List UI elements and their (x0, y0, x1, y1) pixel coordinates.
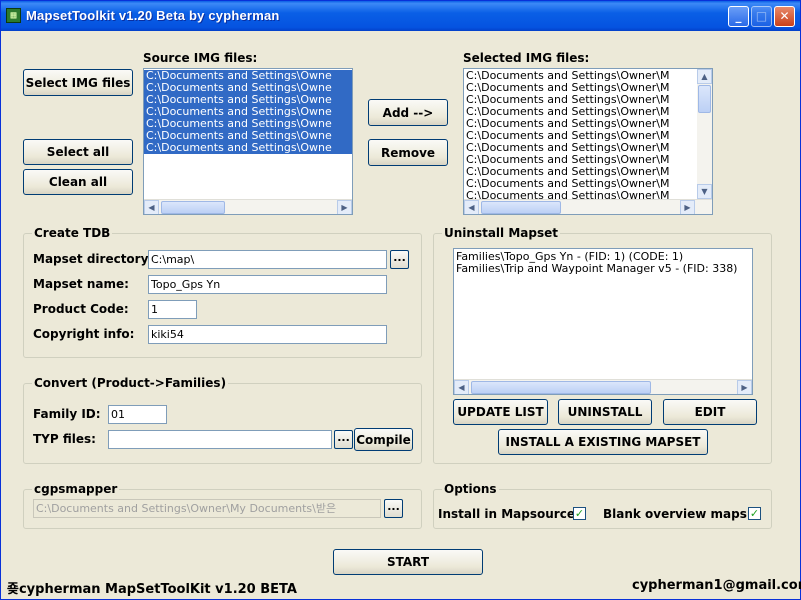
list-item[interactable]: C:\Documents and Settings\Owne (144, 70, 352, 82)
clean-all-button[interactable]: Clean all (23, 169, 133, 195)
main-window: ▦ MapsetToolkit v1.20 Beta by cypherman … (0, 0, 801, 600)
remove-button[interactable]: Remove (368, 139, 448, 166)
family-id-input[interactable]: 01 (108, 405, 167, 424)
maximize-button[interactable]: □ (751, 6, 772, 27)
start-button[interactable]: START (333, 549, 483, 575)
list-item[interactable]: C:\Documents and Settings\Owne (144, 82, 352, 94)
add-button[interactable]: Add --> (368, 99, 448, 126)
selected-img-files-label: Selected IMG files: (463, 51, 590, 65)
product-code-label: Product Code: (33, 302, 129, 316)
list-item[interactable]: C:\Documents and Settings\Owner\M (464, 82, 696, 94)
checkmark-icon: ✓ (574, 507, 585, 520)
list-item[interactable]: C:\Documents and Settings\Owne (144, 106, 352, 118)
blank-overview-maps-label: Blank overview maps: (603, 507, 752, 521)
create-tdb-title: Create TDB (32, 226, 113, 240)
list-item[interactable]: C:\Documents and Settings\Owne (144, 142, 352, 154)
mapset-directory-input[interactable]: C:\map\ (148, 250, 387, 269)
selected-list-vscrollbar[interactable]: ▲ ▼ (697, 69, 712, 199)
scroll-thumb[interactable] (161, 201, 225, 214)
cgpsmapper-browse-button[interactable]: ... (384, 499, 403, 518)
compile-button[interactable]: Compile (354, 428, 413, 451)
install-in-mapsource-label: Install in Mapsource: (438, 507, 580, 521)
checkmark-icon: ✓ (749, 507, 760, 520)
source-img-files-list[interactable]: C:\Documents and Settings\Owne C:\Documen… (143, 68, 353, 215)
scroll-right-icon[interactable]: ▶ (337, 200, 352, 214)
list-item[interactable]: C:\Documents and Settings\Owner\M (464, 70, 696, 82)
select-all-button[interactable]: Select all (23, 139, 133, 165)
uninstall-button[interactable]: UNINSTALL (558, 399, 652, 425)
list-item[interactable]: C:\Documents and Settings\Owner\M (464, 118, 696, 130)
scroll-right-icon[interactable]: ▶ (680, 200, 695, 214)
window-title: MapsetToolkit v1.20 Beta by cypherman (26, 8, 280, 23)
status-left: 죶cypherman MapSetToolKit v1.20 BETA (7, 578, 297, 597)
mapset-directory-label: Mapset directory: (33, 252, 154, 266)
list-item[interactable]: C:\Documents and Settings\Owne (144, 118, 352, 130)
cgpsmapper-title: cgpsmapper (32, 482, 120, 496)
scroll-left-icon[interactable]: ◀ (454, 380, 469, 394)
convert-title: Convert (Product->Families) (32, 376, 229, 390)
mapset-directory-browse-button[interactable]: ... (390, 250, 409, 269)
list-item[interactable]: C:\Documents and Settings\Owne (144, 94, 352, 106)
installed-list-hscrollbar[interactable]: ◀ ▶ (454, 379, 752, 394)
typ-files-browse-button[interactable]: ... (334, 430, 353, 449)
scroll-down-icon[interactable]: ▼ (697, 184, 712, 199)
family-id-label: Family ID: (33, 407, 101, 421)
list-item[interactable]: C:\Documents and Settings\Owner\M (464, 166, 696, 178)
cgpsmapper-path-input[interactable]: C:\Documents and Settings\Owner\My Docum… (33, 499, 381, 518)
source-img-files-label: Source IMG files: (143, 51, 258, 65)
scroll-thumb[interactable] (481, 201, 561, 214)
install-existing-mapset-button[interactable]: INSTALL A EXISTING MAPSET (498, 429, 708, 455)
list-item[interactable]: C:\Documents and Settings\Owner\M (464, 106, 696, 118)
product-code-input[interactable]: 1 (148, 300, 197, 319)
convert-group: Convert (Product->Families) (23, 376, 422, 464)
title-bar[interactable]: ▦ MapsetToolkit v1.20 Beta by cypherman … (1, 1, 800, 31)
typ-files-input[interactable] (108, 430, 332, 449)
typ-files-label: TYP files: (33, 432, 96, 446)
update-list-button[interactable]: UPDATE LIST (453, 399, 548, 425)
select-img-files-button[interactable]: Select IMG files (23, 69, 133, 96)
status-icon: 죶 (7, 582, 19, 597)
scroll-left-icon[interactable]: ◀ (464, 200, 479, 214)
blank-overview-maps-checkbox[interactable]: ✓ (748, 507, 761, 520)
source-list-hscrollbar[interactable]: ◀ ▶ (144, 199, 352, 214)
app-icon: ▦ (6, 8, 21, 23)
mapset-name-input[interactable]: Topo_Gps Yn (148, 275, 387, 294)
options-title: Options (442, 482, 499, 496)
scroll-left-icon[interactable]: ◀ (144, 200, 159, 214)
installed-mapsets-list[interactable]: Families\Topo_Gps Yn - (FID: 1) (CODE: 1… (453, 248, 753, 395)
list-item[interactable]: C:\Documents and Settings\Owner\M (464, 178, 696, 190)
list-item[interactable]: C:\Documents and Settings\Owner\M (464, 94, 696, 106)
list-item[interactable]: Families\Trip and Waypoint Manager v5 - … (454, 263, 752, 275)
list-item[interactable]: C:\Documents and Settings\Owner\M (464, 142, 696, 154)
edit-button[interactable]: EDIT (663, 399, 757, 425)
mapset-name-label: Mapset name: (33, 277, 129, 291)
list-item[interactable]: C:\Documents and Settings\Owner\M (464, 130, 696, 142)
copyright-info-input[interactable]: kiki54 (148, 325, 387, 344)
scroll-thumb[interactable] (698, 85, 711, 113)
scroll-up-icon[interactable]: ▲ (697, 69, 712, 84)
close-button[interactable]: ✕ (774, 6, 795, 27)
status-left-text: cypherman MapSetToolKit v1.20 BETA (18, 582, 297, 597)
scroll-thumb[interactable] (471, 381, 651, 394)
selected-img-files-list[interactable]: C:\Documents and Settings\Owner\M C:\Docu… (463, 68, 713, 215)
uninstall-mapset-title: Uninstall Mapset (442, 226, 560, 240)
minimize-button[interactable]: _ (728, 6, 749, 27)
status-email: cypherman1@gmail.com (632, 578, 801, 593)
copyright-info-label: Copyright info: (33, 327, 135, 341)
scroll-right-icon[interactable]: ▶ (737, 380, 752, 394)
list-item[interactable]: C:\Documents and Settings\Owne (144, 130, 352, 142)
install-in-mapsource-checkbox[interactable]: ✓ (573, 507, 586, 520)
selected-list-hscrollbar[interactable]: ◀ ▶ (464, 199, 712, 214)
list-item[interactable]: C:\Documents and Settings\Owner\M (464, 154, 696, 166)
list-item[interactable]: Families\Topo_Gps Yn - (FID: 1) (CODE: 1… (454, 251, 752, 263)
